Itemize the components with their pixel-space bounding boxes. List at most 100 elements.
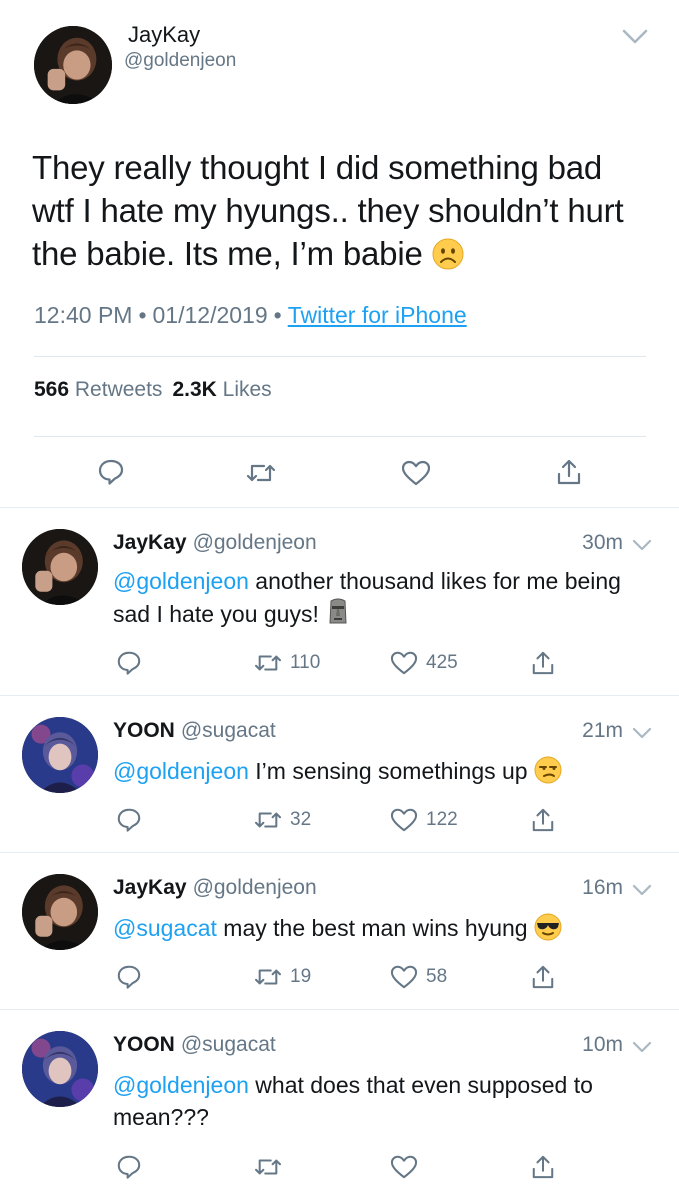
reply-actions xyxy=(0,1152,679,1182)
username[interactable]: @goldenjeon xyxy=(193,531,317,554)
retweet-button[interactable]: 32 xyxy=(254,805,311,835)
retweet-icon[interactable] xyxy=(246,460,276,486)
reply-actions: 19 58 xyxy=(0,962,679,992)
tweet-text: They really thought I did something bad … xyxy=(32,146,652,280)
tweet-text-content: They really thought I did something bad … xyxy=(32,149,624,272)
chevron-down-icon[interactable] xyxy=(632,884,652,898)
heart-icon xyxy=(390,965,418,989)
dot-separator: • xyxy=(273,302,282,328)
reply-tweet[interactable]: JayKay @goldenjeon 16m @sugacat may the b… xyxy=(0,854,679,1010)
retweet-icon xyxy=(254,969,282,985)
share-icon[interactable] xyxy=(531,805,555,835)
retweets-stat[interactable]: 566 Retweets xyxy=(34,378,162,401)
reply-text-content: I’m sensing somethings up xyxy=(255,758,528,784)
retweet-count: 19 xyxy=(290,966,312,987)
chevron-down-icon[interactable] xyxy=(632,1041,652,1055)
chevron-down-icon[interactable] xyxy=(632,539,652,553)
reply-text-content: may the best man wins hyung xyxy=(223,915,528,941)
tweet-date: 01/12/2019 xyxy=(152,302,268,328)
share-icon[interactable] xyxy=(531,648,555,678)
heart-icon[interactable] xyxy=(390,1152,418,1182)
display-name[interactable]: JayKay xyxy=(128,22,200,48)
chevron-down-icon[interactable] xyxy=(632,727,652,741)
avatar[interactable] xyxy=(22,874,98,950)
reply-text: @goldenjeon what does that even supposed… xyxy=(113,1069,653,1133)
retweet-button[interactable]: 19 xyxy=(254,962,311,992)
username[interactable]: @goldenjeon xyxy=(193,876,317,899)
likes-stat[interactable]: 2.3K Likes xyxy=(172,378,271,401)
retweets-label: Retweets xyxy=(74,378,163,401)
share-icon[interactable] xyxy=(531,1152,555,1182)
tweet-meta: 12:40 PM • 01/12/2019 • Twitter for iPhone xyxy=(34,302,467,329)
avatar-photo-icon xyxy=(22,529,98,605)
likes-label: Likes xyxy=(222,378,272,401)
avatar-photo-icon xyxy=(34,26,112,104)
reply-actions: 110 425 xyxy=(0,648,679,678)
reply-icon[interactable] xyxy=(97,458,125,486)
like-button[interactable]: 58 xyxy=(390,962,447,992)
reply-icon[interactable] xyxy=(116,648,142,678)
reply-header: JayKay @goldenjeon xyxy=(113,531,317,555)
display-name[interactable]: YOON xyxy=(113,719,175,742)
reply-header: JayKay @goldenjeon xyxy=(113,876,317,900)
like-count: 58 xyxy=(426,966,448,987)
heart-icon xyxy=(390,808,418,832)
reply-text: @goldenjeon another thousand likes for m… xyxy=(113,565,653,635)
retweet-icon xyxy=(254,655,282,671)
divider xyxy=(34,356,646,357)
source-link[interactable]: Twitter for iPhone xyxy=(288,302,467,328)
reply-icon[interactable] xyxy=(116,805,142,835)
like-button[interactable]: 425 xyxy=(390,648,458,678)
like-button[interactable]: 122 xyxy=(390,805,458,835)
share-icon[interactable] xyxy=(531,962,555,992)
mention-link[interactable]: @goldenjeon xyxy=(113,1072,249,1098)
retweet-count: 32 xyxy=(290,809,312,830)
mention-link[interactable]: @goldenjeon xyxy=(113,568,249,594)
retweet-button[interactable]: 110 xyxy=(254,648,320,678)
reply-text: @goldenjeon I’m sensing somethings up xyxy=(113,755,653,792)
reply-timestamp: 21m xyxy=(582,719,623,742)
display-name[interactable]: JayKay xyxy=(113,531,187,554)
avatar[interactable] xyxy=(22,529,98,605)
reply-timestamp: 10m xyxy=(582,1033,623,1056)
like-count: 425 xyxy=(426,652,458,673)
reply-header: YOON @sugacat xyxy=(113,1033,276,1057)
mention-link[interactable]: @goldenjeon xyxy=(113,758,249,784)
reply-tweet[interactable]: YOON @sugacat 10m @goldenjeon what does t… xyxy=(0,1011,679,1200)
avatar[interactable] xyxy=(22,1031,98,1107)
username[interactable]: @sugacat xyxy=(181,1033,276,1056)
reply-tweet[interactable]: JayKay @goldenjeon 30m @goldenjeon anothe… xyxy=(0,509,679,696)
retweet-count: 110 xyxy=(290,652,321,673)
reply-header: YOON @sugacat xyxy=(113,719,276,743)
reply-timestamp: 30m xyxy=(582,531,623,554)
reply-icon[interactable] xyxy=(116,1152,142,1182)
retweets-count: 566 xyxy=(34,378,70,401)
username[interactable]: @goldenjeon xyxy=(124,50,236,72)
avatar[interactable] xyxy=(22,717,98,793)
moai-emoji-icon xyxy=(325,597,351,635)
avatar-photo-icon xyxy=(22,717,98,793)
mention-link[interactable]: @sugacat xyxy=(113,915,217,941)
reply-icon[interactable] xyxy=(116,962,142,992)
display-name[interactable]: YOON xyxy=(113,1033,175,1056)
reply-tweet[interactable]: YOON @sugacat 21m @goldenjeon I’m sensing… xyxy=(0,697,679,853)
main-tweet: JayKay @goldenjeon They really thought I… xyxy=(0,0,679,508)
tweet-time: 12:40 PM xyxy=(34,302,133,328)
display-name[interactable]: JayKay xyxy=(113,876,187,899)
retweet-icon[interactable] xyxy=(254,1152,282,1182)
reply-actions: 32 122 xyxy=(0,805,679,835)
reply-text: @sugacat may the best man wins hyung xyxy=(113,912,653,949)
chevron-down-icon[interactable] xyxy=(622,28,648,46)
heart-icon[interactable] xyxy=(401,459,431,487)
heart-icon xyxy=(390,651,418,675)
dot-separator: • xyxy=(138,302,147,328)
frowning-face-emoji-icon xyxy=(432,237,464,280)
share-icon[interactable] xyxy=(556,458,582,486)
likes-count: 2.3K xyxy=(172,378,217,401)
avatar-photo-icon xyxy=(22,1031,98,1107)
retweet-icon xyxy=(254,812,282,828)
avatar[interactable] xyxy=(34,26,112,104)
username[interactable]: @sugacat xyxy=(181,719,276,742)
avatar-photo-icon xyxy=(22,874,98,950)
divider xyxy=(34,436,646,437)
